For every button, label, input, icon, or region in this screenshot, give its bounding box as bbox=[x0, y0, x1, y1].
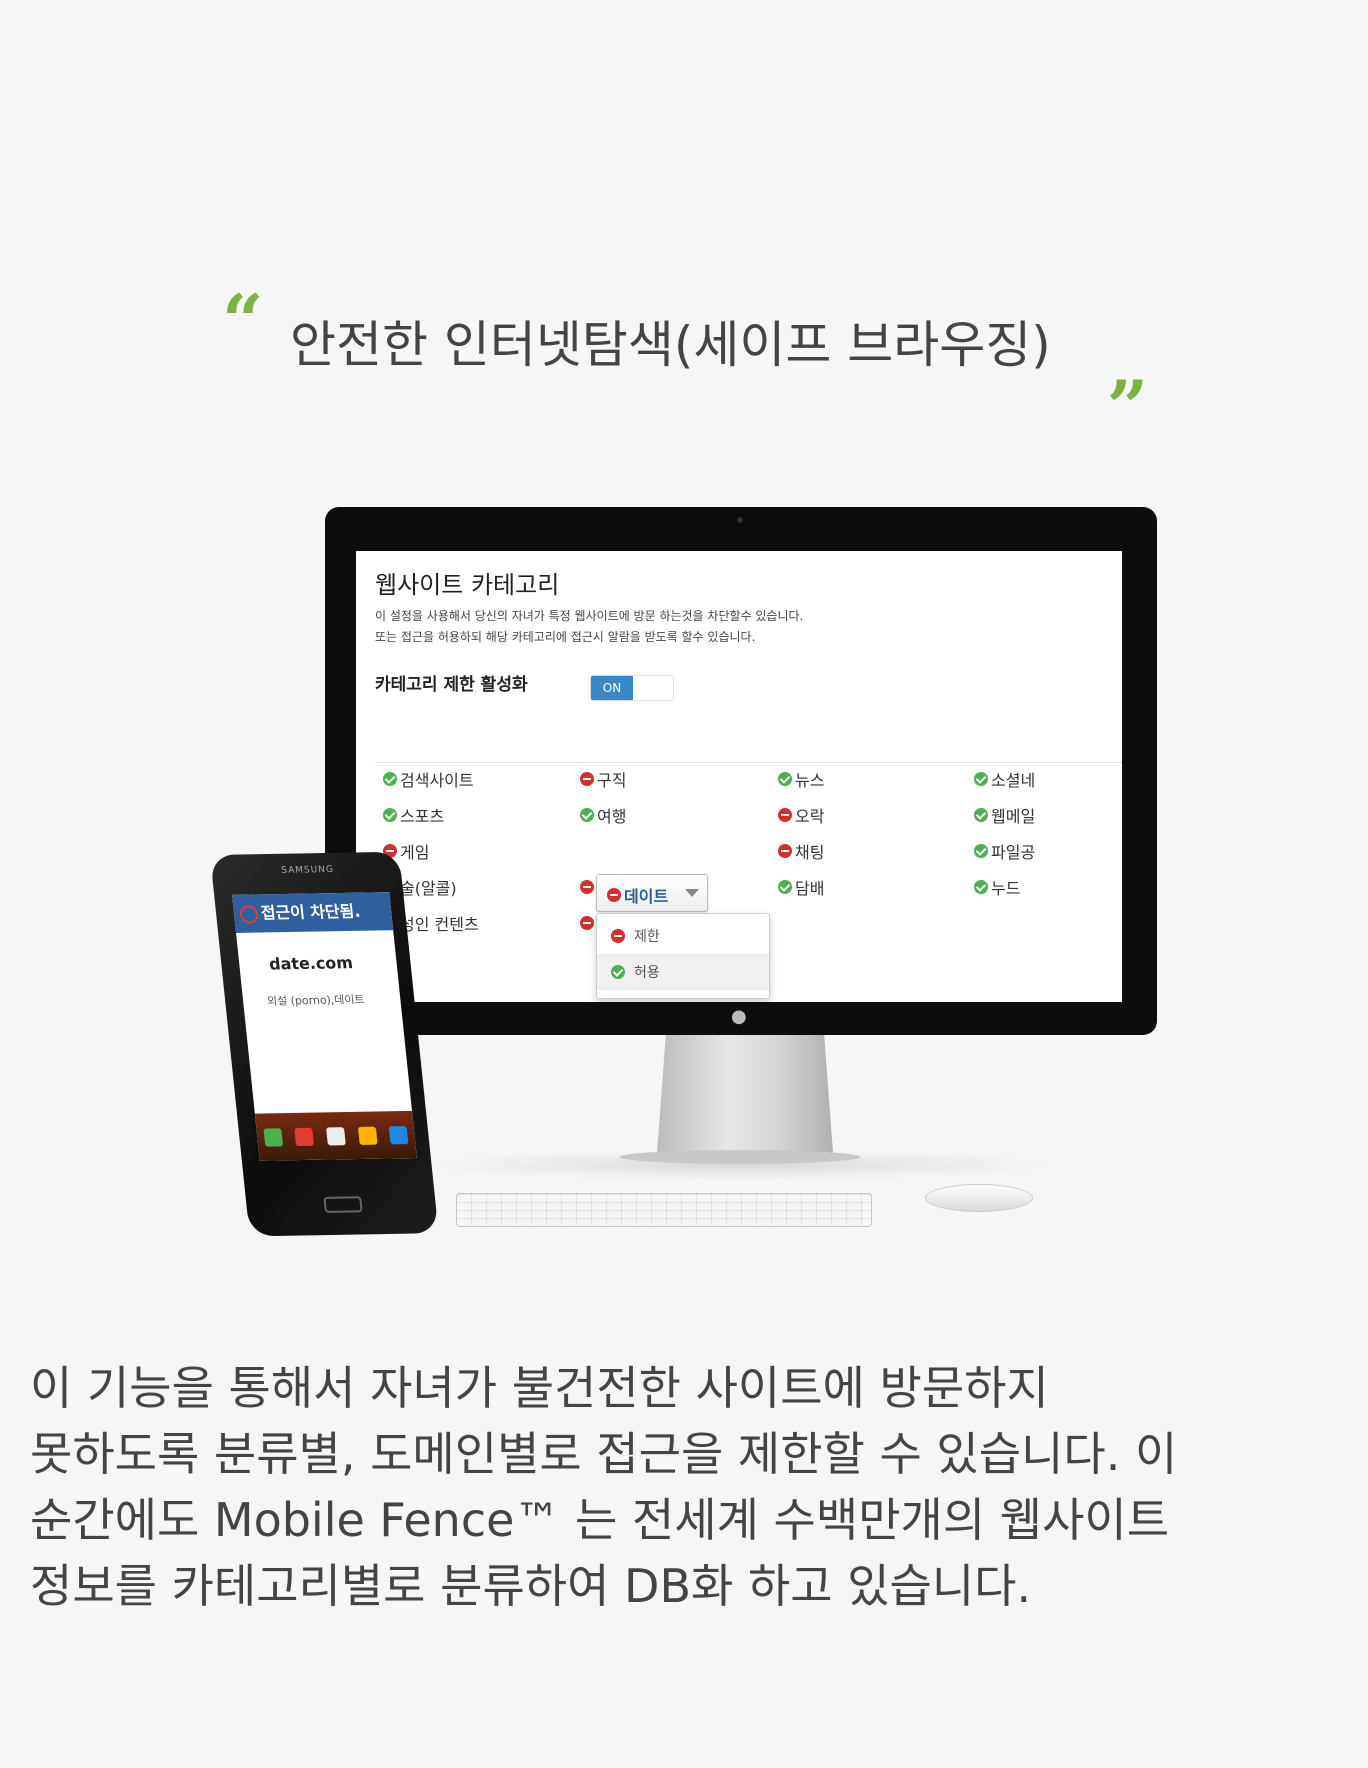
category-status-dropdown[interactable]: 데이트 bbox=[596, 874, 708, 912]
mouse bbox=[925, 1184, 1033, 1212]
category-item[interactable]: 구직 bbox=[580, 767, 626, 791]
messaging-app-icon bbox=[357, 1126, 378, 1145]
menu-item-block[interactable]: 제한 bbox=[597, 918, 769, 954]
chevron-down-icon bbox=[685, 889, 699, 897]
page-title: 안전한 인터넷탐색(세이프 브라우징) bbox=[290, 316, 1051, 374]
category-label: 소셜네 bbox=[991, 771, 1036, 790]
screen-title: 웹사이트 카테고리 bbox=[375, 571, 560, 599]
phone-screen: 접근이 차단됨. date.com 외설 (porno),데이트 bbox=[232, 892, 417, 1161]
applications-app-icon bbox=[388, 1125, 409, 1144]
menu-item-label: 제한 bbox=[634, 929, 660, 945]
phone-brand: SAMSUNG bbox=[280, 864, 335, 876]
open-quote-icon: “ bbox=[222, 278, 264, 363]
description-line: 이 설정을 사용해서 당신의 자녀가 특정 웹사이트에 방문 하는것을 차단할수… bbox=[375, 609, 804, 623]
section-heading: “ 안전한 인터넷탐색(세이프 브라우징) „ bbox=[0, 285, 1368, 402]
category-label: 뉴스 bbox=[795, 771, 825, 790]
category-label: 검색사이트 bbox=[400, 771, 474, 790]
minus-circle-icon bbox=[778, 844, 792, 858]
category-label: 오락 bbox=[795, 807, 825, 826]
dropdown-selected-category: 데이트 bbox=[607, 883, 668, 907]
divider bbox=[375, 762, 1122, 763]
category-item[interactable]: 담배 bbox=[778, 875, 824, 899]
toggle-on-label: ON bbox=[591, 676, 633, 700]
check-circle-icon bbox=[778, 880, 792, 894]
phone-dock bbox=[254, 1110, 417, 1161]
dropdown-menu: 제한 허용 bbox=[596, 913, 770, 999]
apple-logo-icon: ● bbox=[731, 1006, 747, 1027]
category-label: 파일공 bbox=[991, 843, 1036, 862]
category-item[interactable]: 채팅 bbox=[778, 839, 824, 863]
check-circle-icon bbox=[974, 808, 988, 822]
paragraph-line: 이 기능을 통해서 자녀가 불건전한 사이트에 방문하지 bbox=[30, 1361, 1049, 1415]
browser-app-icon bbox=[325, 1126, 346, 1146]
screen-description: 이 설정을 사용해서 당신의 자녀가 특정 웹사이트에 방문 하는것을 차단할수… bbox=[375, 606, 803, 648]
minus-circle-icon bbox=[580, 772, 594, 786]
minus-circle-icon bbox=[778, 808, 792, 822]
category-label: 구직 bbox=[597, 771, 627, 790]
check-circle-icon bbox=[778, 772, 792, 786]
blocked-title: 접근이 차단됨. bbox=[259, 901, 362, 923]
category-label: 누드 bbox=[991, 879, 1021, 898]
home-button bbox=[323, 1196, 363, 1213]
category-label: 채팅 bbox=[795, 843, 825, 862]
monitor: 웹사이트 카테고리 이 설정을 사용해서 당신의 자녀가 특정 웹사이트에 방문… bbox=[325, 507, 1157, 1035]
paragraph-line: 순간에도 Mobile Fence™ 는 전세계 수백만개의 웹사이트 bbox=[30, 1493, 1170, 1547]
minus-circle-icon bbox=[580, 880, 594, 894]
category-item[interactable]: 소셜네 bbox=[974, 767, 1035, 791]
minus-circle-icon bbox=[607, 888, 621, 902]
check-circle-icon bbox=[974, 772, 988, 786]
phone-body: SAMSUNG 접근이 차단됨. date.com 외설 (porno),데이트 bbox=[210, 851, 439, 1237]
keyboard bbox=[456, 1193, 872, 1227]
monitor-stand bbox=[657, 1035, 833, 1153]
category-item[interactable]: 오락 bbox=[778, 803, 824, 827]
dropdown-label: 데이트 bbox=[624, 887, 669, 906]
phone: SAMSUNG 접근이 차단됨. date.com 외설 (porno),데이트 bbox=[210, 851, 439, 1238]
monitor-screen: 웹사이트 카테고리 이 설정을 사용해서 당신의 자녀가 특정 웹사이트에 방문… bbox=[356, 551, 1122, 1002]
blocked-banner: 접근이 차단됨. bbox=[232, 892, 394, 933]
phone-app-icon bbox=[263, 1127, 283, 1147]
category-item[interactable]: 누드 bbox=[974, 875, 1020, 899]
minus-circle-icon bbox=[611, 929, 625, 943]
category-label: 웹메일 bbox=[991, 807, 1036, 826]
blocked-domain: date.com bbox=[268, 953, 354, 974]
paragraph-line: 못하도록 분류별, 도메인별로 접근을 제한할 수 있습니다. 이 bbox=[30, 1427, 1178, 1481]
check-circle-icon bbox=[974, 844, 988, 858]
contacts-app-icon bbox=[294, 1127, 315, 1146]
close-quote-icon: „ bbox=[1108, 323, 1150, 408]
blocked-categories: 외설 (porno),데이트 bbox=[266, 993, 366, 1008]
category-limit-toggle[interactable]: ON bbox=[590, 675, 674, 701]
check-circle-icon bbox=[580, 808, 594, 822]
category-label: 담배 bbox=[795, 879, 825, 898]
check-circle-icon bbox=[383, 772, 397, 786]
check-circle-icon bbox=[611, 965, 625, 979]
category-item[interactable]: 검색사이트 bbox=[383, 767, 474, 791]
category-limit-label: 카테고리 제한 활성화 bbox=[375, 675, 528, 695]
category-item[interactable]: 파일공 bbox=[974, 839, 1035, 863]
check-circle-icon bbox=[974, 880, 988, 894]
monitor-stand-base bbox=[620, 1150, 860, 1164]
menu-item-label: 허용 bbox=[634, 965, 660, 981]
paragraph-line: 정보를 카테고리별로 분류하여 DB화 하고 있습니다. bbox=[30, 1559, 1032, 1613]
category-label: 스포츠 bbox=[400, 807, 445, 826]
camera-dot bbox=[737, 517, 743, 523]
category-item[interactable]: 여행 bbox=[580, 803, 626, 827]
category-item[interactable]: 뉴스 bbox=[778, 767, 824, 791]
menu-item-allow[interactable]: 허용 bbox=[597, 954, 769, 990]
description-paragraph: 이 기능을 통해서 자녀가 불건전한 사이트에 방문하지 못하도록 분류별, 도… bbox=[30, 1355, 1340, 1619]
check-circle-icon bbox=[383, 808, 397, 822]
category-item[interactable]: 스포츠 bbox=[383, 803, 444, 827]
description-line: 또는 접근을 허용하되 해당 카테고리에 접근시 알람을 받도록 할수 있습니다… bbox=[375, 630, 756, 644]
prohibited-icon bbox=[239, 904, 259, 924]
category-item[interactable]: 웹메일 bbox=[974, 803, 1035, 827]
category-label: 여행 bbox=[597, 807, 627, 826]
minus-circle-icon bbox=[580, 916, 594, 930]
